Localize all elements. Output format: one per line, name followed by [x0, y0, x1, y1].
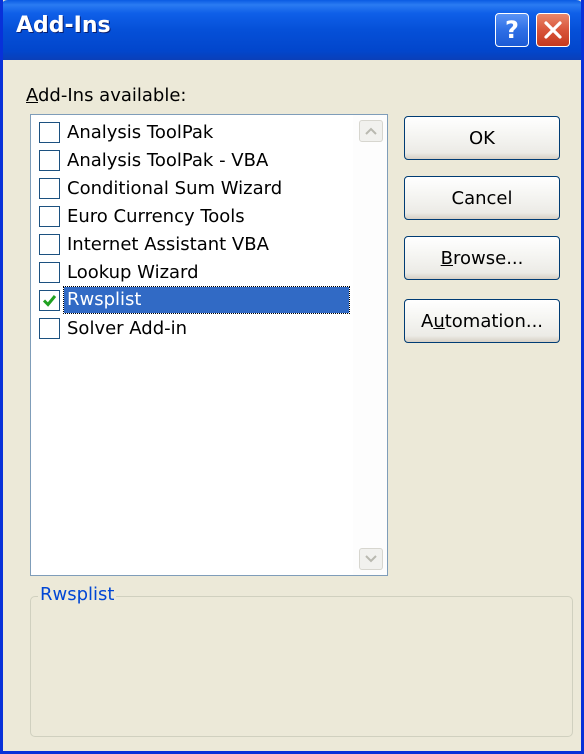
list-item-label: Lookup Wizard — [67, 261, 199, 283]
browse-mnemonic: B — [440, 247, 453, 269]
title-bar: Add-Ins ? — [3, 0, 581, 60]
list-item-label: Internet Assistant VBA — [67, 233, 269, 255]
checkbox-checked[interactable] — [39, 289, 60, 311]
browse-rest: rowse... — [453, 247, 524, 269]
chevron-down-icon — [365, 555, 377, 563]
checkmark-icon — [42, 294, 57, 307]
checkbox[interactable] — [39, 233, 60, 255]
dialog-title: Add-Ins — [16, 13, 111, 38]
list-item-label: Conditional Sum Wizard — [67, 177, 283, 199]
list-item[interactable]: Lookup Wizard — [31, 258, 349, 286]
list-item-label: Analysis ToolPak - VBA — [67, 149, 269, 171]
chevron-up-icon — [365, 127, 377, 135]
list-item[interactable]: Rwsplist — [31, 286, 350, 314]
list-item[interactable]: Solver Add-in — [31, 314, 349, 342]
list-item-label: Solver Add-in — [67, 317, 188, 339]
list-item[interactable]: Internet Assistant VBA — [31, 230, 349, 258]
close-button[interactable] — [536, 13, 570, 47]
add-ins-available-label: Add-Ins available: — [26, 85, 186, 106]
scroll-up-button[interactable] — [359, 120, 383, 142]
automation-mnemonic: u — [433, 310, 445, 332]
list-item-label: Analysis ToolPak — [67, 121, 214, 143]
checkbox[interactable] — [39, 261, 60, 283]
description-title: Rwsplist — [38, 584, 117, 605]
automation-button[interactable]: Au tomation... — [404, 299, 560, 343]
add-ins-dialog: Add-Ins ? Add-Ins available: Analysis To… — [0, 0, 584, 754]
cancel-button[interactable]: Cancel — [404, 176, 560, 220]
browse-button[interactable]: Browse... — [404, 236, 560, 280]
checkbox[interactable] — [39, 205, 60, 227]
question-mark-icon: ? — [505, 16, 519, 44]
list-item[interactable]: Conditional Sum Wizard — [31, 174, 349, 202]
automation-rest: tomation... — [444, 310, 544, 332]
automation-prefix: A — [420, 310, 434, 332]
description-groupbox: Rwsplist — [30, 584, 573, 737]
list-item-label: Rwsplist — [63, 286, 350, 314]
add-ins-available-label-rest: dd-Ins available: — [38, 85, 187, 106]
checkbox[interactable] — [39, 177, 60, 199]
vertical-scrollbar[interactable] — [353, 115, 387, 575]
checkbox[interactable] — [39, 149, 60, 171]
ok-button[interactable]: OK — [404, 116, 560, 160]
checkbox[interactable] — [39, 121, 60, 143]
add-ins-available-label-mnemonic: A — [26, 85, 38, 106]
close-icon — [544, 21, 562, 39]
list-item-label: Euro Currency Tools — [67, 205, 245, 227]
list-item[interactable]: Euro Currency Tools — [31, 202, 349, 230]
scroll-down-button[interactable] — [359, 548, 383, 570]
list-item[interactable]: Analysis ToolPak - VBA — [31, 146, 349, 174]
checkbox[interactable] — [39, 317, 60, 339]
list-item[interactable]: Analysis ToolPak — [31, 118, 349, 146]
add-ins-listbox[interactable]: Analysis ToolPak Analysis ToolPak - VBA Co… — [30, 114, 388, 576]
help-button[interactable]: ? — [495, 13, 529, 47]
